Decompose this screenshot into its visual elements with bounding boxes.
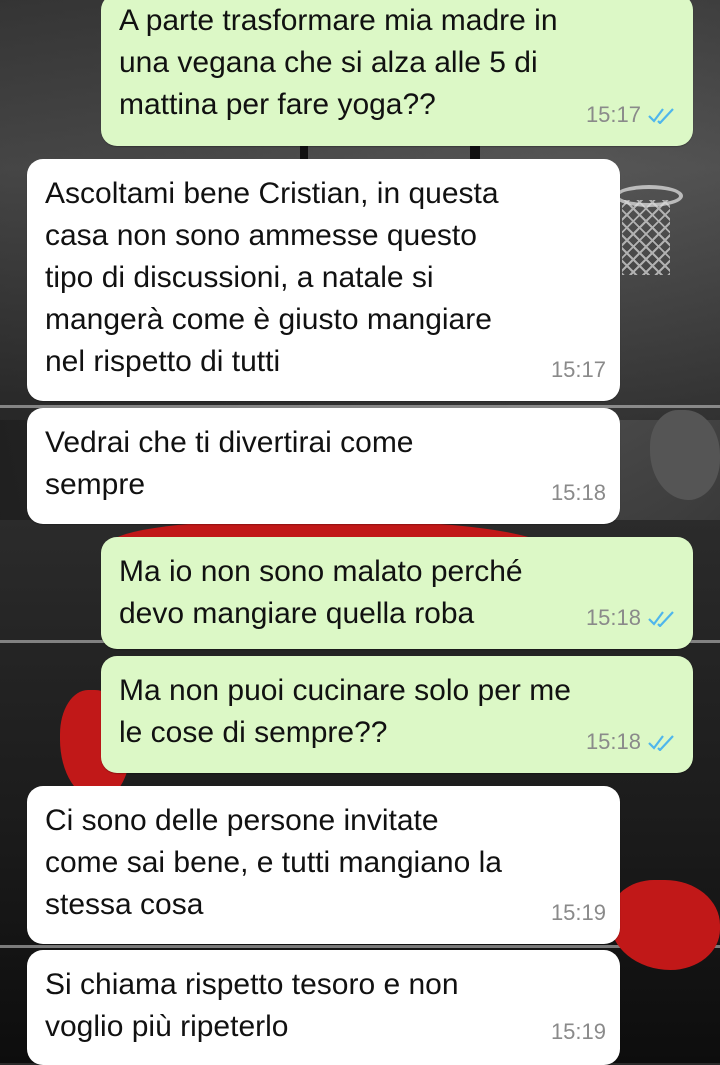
- message-meta: 15:19: [551, 1011, 606, 1053]
- message-text: Si chiama rispetto tesoro e non voglio p…: [45, 968, 459, 1043]
- message-time: 15:18: [585, 729, 641, 754]
- double-check-read-icon: [648, 611, 674, 627]
- message-bubble-incoming[interactable]: Si chiama rispetto tesoro e non voglio p…: [27, 950, 620, 1065]
- message-meta: 15:17: [551, 349, 606, 391]
- message-time: 15:18: [550, 480, 606, 505]
- message-text: Ascoltami bene Cristian, in questa casa …: [45, 177, 499, 378]
- message-meta: 15:17: [586, 94, 679, 136]
- message-bubble-incoming[interactable]: Vedrai che ti divertirai come sempre 15:…: [27, 408, 620, 524]
- message-meta: 15:19: [551, 892, 606, 934]
- message-meta: 15:18: [586, 721, 679, 763]
- message-bubble-incoming[interactable]: Ascoltami bene Cristian, in questa casa …: [27, 159, 620, 401]
- message-bubble-outgoing[interactable]: Ma non puoi cucinare solo per me le cose…: [101, 656, 693, 773]
- message-bubble-outgoing[interactable]: Ma io non sono malato perché devo mangia…: [101, 537, 693, 649]
- message-bubble-outgoing[interactable]: A parte trasformare mia madre in una veg…: [101, 0, 693, 146]
- message-meta: 15:18: [551, 472, 606, 514]
- message-time: 15:19: [550, 900, 606, 925]
- message-bubble-incoming[interactable]: Ci sono delle persone invitate come sai …: [27, 786, 620, 944]
- double-check-read-icon: [648, 108, 674, 124]
- message-meta: 15:18: [586, 597, 679, 639]
- message-time: 15:17: [550, 357, 606, 382]
- message-text: Ci sono delle persone invitate come sai …: [45, 804, 502, 921]
- message-time: 15:18: [585, 605, 641, 630]
- message-time: 15:19: [550, 1019, 606, 1044]
- message-text: Vedrai che ti divertirai come sempre: [45, 426, 414, 501]
- message-time: 15:17: [585, 102, 641, 127]
- double-check-read-icon: [648, 735, 674, 751]
